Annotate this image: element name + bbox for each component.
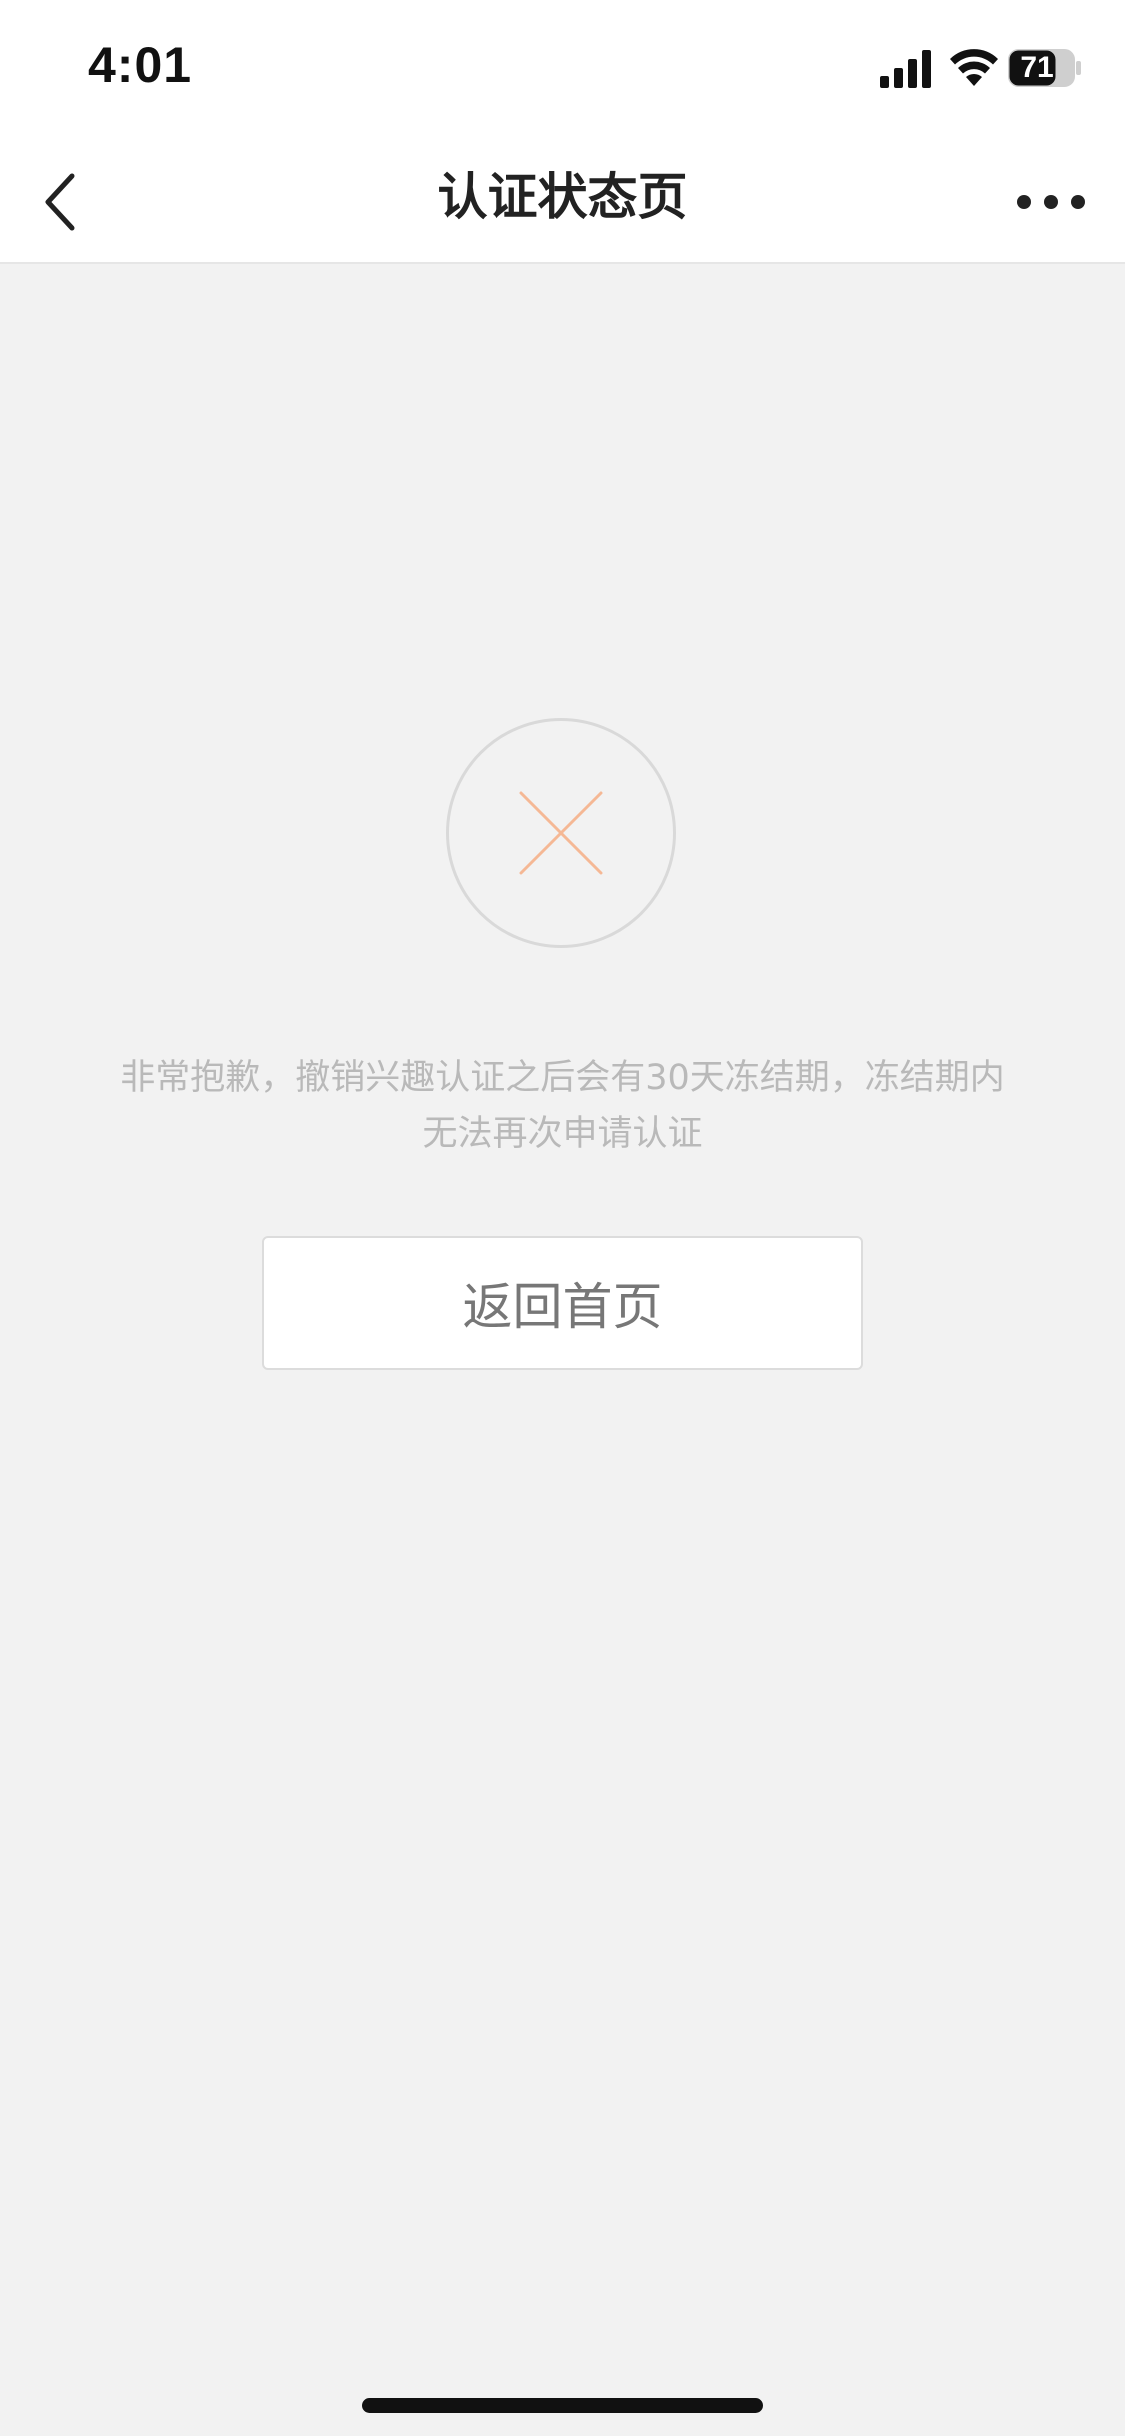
- battery-level-text: 71: [1020, 51, 1054, 84]
- status-time: 4:01: [88, 37, 193, 93]
- wifi-icon: [950, 49, 998, 86]
- more-dots-icon: [1017, 195, 1085, 209]
- status-bar: 4:01 71: [0, 0, 1125, 132]
- close-icon: [519, 791, 603, 875]
- status-circle: [446, 718, 676, 948]
- home-indicator: [362, 2398, 763, 2413]
- nav-bar: 认证状态页: [0, 132, 1125, 264]
- more-button[interactable]: [1001, 162, 1101, 242]
- status-message: 非常抱歉，撤销兴趣认证之后会有30天冻结期，冻结期内无法再次申请认证: [120, 1058, 1005, 1154]
- auth-status-page: 4:01 71 认证状态页 非常抱歉，撤销兴趣认证之后会有30天冻结期，冻结期内…: [0, 0, 1125, 2436]
- page-title: 认证状态页: [437, 168, 688, 226]
- return-home-button[interactable]: 返回首页: [262, 1236, 863, 1370]
- signal-icon: [880, 50, 931, 88]
